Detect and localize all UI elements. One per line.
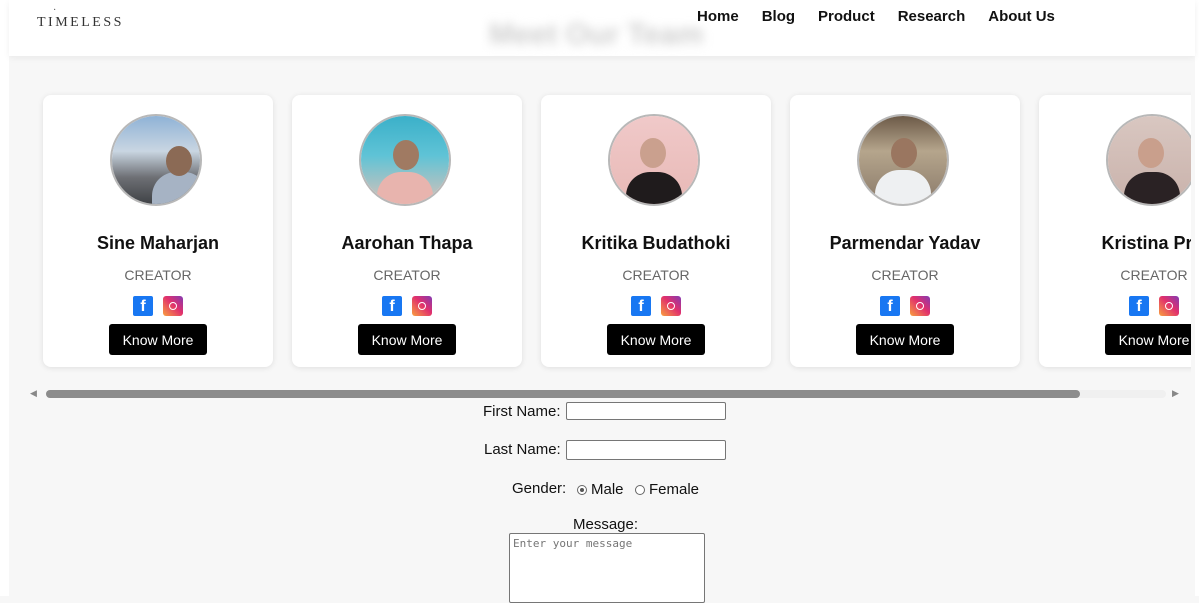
nav-about-us[interactable]: About Us <box>988 8 1055 25</box>
last-name-input[interactable] <box>566 440 726 460</box>
gender-male-option[interactable]: Male <box>577 481 624 498</box>
team-carousel[interactable]: Sine Maharjan CREATOR f Know More Aaroha… <box>9 56 1191 386</box>
avatar <box>359 114 451 206</box>
instagram-icon[interactable] <box>910 296 930 316</box>
facebook-icon[interactable]: f <box>133 296 153 316</box>
gender-female-option[interactable]: Female <box>635 481 699 498</box>
social-links: f <box>1129 296 1179 316</box>
site-header: · · TIMELESS Meet Our Team Home Blog Pro… <box>9 0 1195 56</box>
nav-product[interactable]: Product <box>818 8 875 25</box>
facebook-icon[interactable]: f <box>1129 296 1149 316</box>
facebook-icon[interactable]: f <box>382 296 402 316</box>
scroll-left-arrow-icon[interactable]: ◀ <box>30 388 37 399</box>
page-right-edge <box>1195 0 1199 596</box>
message-label: Message: <box>573 516 639 533</box>
logo-mark: · · <box>53 0 61 16</box>
page-left-edge <box>0 0 9 596</box>
nav-research[interactable]: Research <box>898 8 966 25</box>
avatar <box>1106 114 1191 206</box>
main-nav: Home Blog Product Research About Us <box>697 8 1078 25</box>
member-name: Parmendar Yadav <box>829 233 981 253</box>
member-name: Aarohan Thapa <box>341 233 473 253</box>
social-links: f <box>133 296 183 316</box>
member-role: CREATOR <box>1120 267 1188 283</box>
instagram-icon[interactable] <box>1159 296 1179 316</box>
first-name-input[interactable] <box>566 402 726 420</box>
avatar <box>110 114 202 206</box>
member-role: CREATOR <box>622 267 690 283</box>
member-name: Sine Maharjan <box>96 233 220 253</box>
know-more-button[interactable]: Know More <box>607 324 705 355</box>
first-name-label: First Name: <box>483 403 561 420</box>
section-title: Meet Our Team <box>489 18 704 51</box>
instagram-icon[interactable] <box>412 296 432 316</box>
know-more-button[interactable]: Know More <box>1105 324 1191 355</box>
message-textarea[interactable] <box>509 533 705 603</box>
gender-male-radio[interactable] <box>577 484 587 495</box>
nav-blog[interactable]: Blog <box>762 8 795 25</box>
social-links: f <box>631 296 681 316</box>
gender-female-label: Female <box>649 481 700 498</box>
instagram-icon[interactable] <box>163 296 183 316</box>
last-name-label: Last Name: <box>484 441 561 458</box>
gender-female-radio[interactable] <box>635 484 645 495</box>
team-card: Kritika Budathoki CREATOR f Know More <box>541 95 771 367</box>
team-card: Sine Maharjan CREATOR f Know More <box>43 95 273 367</box>
gender-male-label: Male <box>591 481 624 498</box>
avatar <box>857 114 949 206</box>
team-card: Parmendar Yadav CREATOR f Know More <box>790 95 1020 367</box>
know-more-button[interactable]: Know More <box>358 324 456 355</box>
member-name: Kritika Budathoki <box>581 233 731 253</box>
member-name: Kristina Pr... <box>1101 233 1191 253</box>
nav-home[interactable]: Home <box>697 8 739 25</box>
member-role: CREATOR <box>871 267 939 283</box>
scrollbar-thumb[interactable] <box>46 390 1080 398</box>
member-role: CREATOR <box>373 267 441 283</box>
instagram-icon[interactable] <box>661 296 681 316</box>
know-more-button[interactable]: Know More <box>109 324 207 355</box>
avatar <box>608 114 700 206</box>
team-card: Kristina Pr... CREATOR f Know More <box>1039 95 1191 367</box>
member-role: CREATOR <box>124 267 192 283</box>
team-card: Aarohan Thapa CREATOR f Know More <box>292 95 522 367</box>
facebook-icon[interactable]: f <box>631 296 651 316</box>
social-links: f <box>382 296 432 316</box>
logo-text: TIMELESS <box>37 15 124 30</box>
scroll-right-arrow-icon[interactable]: ▶ <box>1172 388 1179 399</box>
facebook-icon[interactable]: f <box>880 296 900 316</box>
social-links: f <box>880 296 930 316</box>
gender-label: Gender: <box>512 480 567 497</box>
know-more-button[interactable]: Know More <box>856 324 954 355</box>
